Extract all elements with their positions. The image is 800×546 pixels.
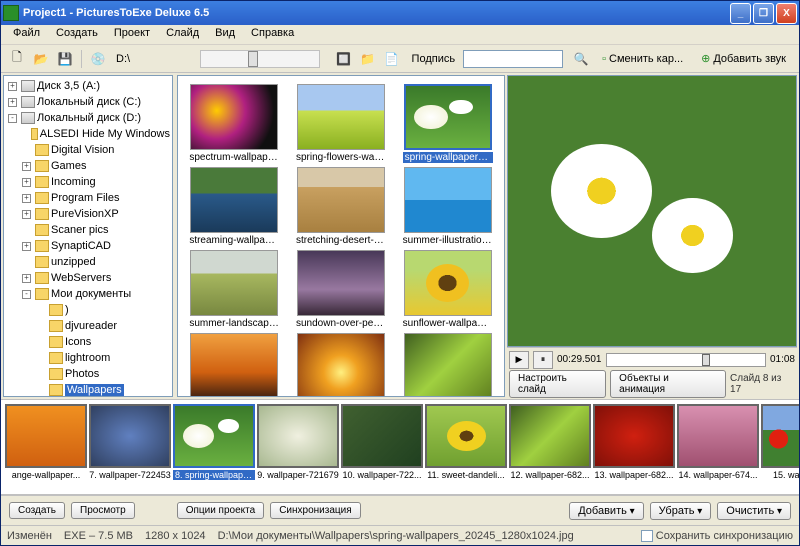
new-icon[interactable]: 🗋 — [7, 49, 27, 69]
project-options-button[interactable]: Опции проекта — [177, 502, 265, 519]
folder-icon[interactable]: 📁 — [358, 49, 378, 69]
thumbnail-item[interactable]: stretching-desert-wallpa... — [293, 167, 390, 246]
thumbnail-item[interactable] — [399, 333, 496, 397]
thumbnail-item[interactable]: sundown-over-peaks-wal... — [293, 250, 390, 329]
tree-item[interactable]: ALSEDI Hide My Windows — [6, 126, 170, 142]
status-resolution: 1280 x 1024 — [145, 530, 206, 542]
objects-animation-button[interactable]: Объекты и анимация — [610, 370, 726, 398]
menu-Справка[interactable]: Справка — [243, 25, 302, 44]
add-sound-button[interactable]: ⊕Добавить звук — [694, 49, 793, 68]
slide-counter: Слайд 8 из 17 — [730, 373, 795, 395]
filmstrip-item[interactable]: 12. wallpaper-682... — [509, 404, 591, 490]
bottom-toolbar: Создать Просмотр Опции проекта Синхрониз… — [1, 495, 799, 525]
menu-Создать[interactable]: Создать — [48, 25, 106, 44]
preview-pane — [507, 75, 797, 347]
status-exe: EXE – 7.5 MB — [64, 530, 133, 542]
preview-button[interactable]: Просмотр — [71, 502, 135, 519]
create-button[interactable]: Создать — [9, 502, 65, 519]
zoom-slider[interactable] — [200, 50, 320, 68]
tree-item[interactable]: +PureVisionXP — [6, 206, 170, 222]
drive-icon[interactable]: 💿 — [88, 49, 108, 69]
thumbnail-item[interactable] — [293, 333, 390, 397]
thumbnail-item[interactable]: spring-wallpapers_20... — [399, 84, 496, 163]
filmstrip-item[interactable]: 8. spring-wallpapers... — [173, 404, 255, 490]
app-icon — [3, 5, 19, 21]
thumbnail-grid[interactable]: spectrum-wallpapers_17...spring-flowers-… — [177, 75, 505, 397]
configure-slide-button[interactable]: Настроить слайд — [509, 370, 606, 398]
menubar: ФайлСоздатьПроектСлайдВидСправка — [1, 25, 799, 45]
filmstrip-item[interactable]: ange-wallpaper... — [5, 404, 87, 490]
titlebar: Project1 - PicturesToExe Deluxe 6.5 _ ❐ … — [1, 1, 799, 25]
tree-item[interactable]: +Incoming — [6, 174, 170, 190]
thumbnail-item[interactable]: streaming-wallpapers_20... — [186, 167, 283, 246]
open-icon[interactable]: 📂 — [31, 49, 51, 69]
save-icon[interactable]: 💾 — [55, 49, 75, 69]
menu-Вид[interactable]: Вид — [207, 25, 243, 44]
toolbar: 🗋 📂 💾 💿 D:\ 🔲 📁 📄 Подпись 🔍 ▫Сменить кар… — [1, 45, 799, 73]
tree-item[interactable]: +SynaptiCAD — [6, 238, 170, 254]
view-icon[interactable]: 🔲 — [334, 49, 354, 69]
caption-label: Подпись — [412, 53, 456, 65]
filmstrip-item[interactable]: 10. wallpaper-722... — [341, 404, 423, 490]
filmstrip-item[interactable]: 7. wallpaper-722453 — [89, 404, 171, 490]
status-changed: Изменён — [7, 530, 52, 542]
folder-tree[interactable]: +Диск 3,5 (A:)+Локальный диск (C:)-Локал… — [3, 75, 173, 397]
menu-Файл[interactable]: Файл — [5, 25, 48, 44]
sync-button[interactable]: Синхронизация — [270, 502, 360, 519]
pause-button[interactable]: ⏸ — [533, 351, 553, 369]
drive-label: D:\ — [112, 53, 134, 65]
tree-item[interactable]: djvureader — [6, 318, 170, 334]
minimize-button[interactable]: _ — [730, 3, 751, 24]
tree-item[interactable]: +Program Files — [6, 190, 170, 206]
player-bar: ▶ ⏸ 00:29.501 01:08 — [507, 347, 797, 371]
save-sync-checkbox[interactable]: Сохранить синхронизацию — [641, 530, 793, 542]
time-current: 00:29.501 — [557, 354, 602, 365]
filmstrip-item[interactable]: 14. wallpaper-674... — [677, 404, 759, 490]
filmstrip-item[interactable]: 13. wallpaper-682... — [593, 404, 675, 490]
tree-item[interactable]: -Локальный диск (D:) — [6, 110, 170, 126]
window-title: Project1 - PicturesToExe Deluxe 6.5 — [23, 7, 730, 19]
tree-item[interactable]: Wallpapers — [6, 382, 170, 397]
thumbnail-item[interactable] — [186, 333, 283, 397]
tree-item[interactable]: +Диск 3,5 (A:) — [6, 78, 170, 94]
doc-icon[interactable]: 📄 — [382, 49, 402, 69]
filmstrip-item[interactable]: 15. wallpape... — [761, 404, 799, 490]
tree-item[interactable]: +WebServers — [6, 270, 170, 286]
tree-item[interactable]: Icons — [6, 334, 170, 350]
tree-item[interactable]: Digital Vision — [6, 142, 170, 158]
tree-item[interactable]: ) — [6, 302, 170, 318]
tree-item[interactable]: lightroom — [6, 350, 170, 366]
caption-browse-icon[interactable]: 🔍 — [571, 49, 591, 69]
remove-button[interactable]: Убрать ▾ — [650, 502, 712, 520]
caption-input[interactable] — [463, 50, 563, 68]
statusbar: Изменён EXE – 7.5 MB 1280 x 1024 D:\Мои … — [1, 525, 799, 545]
close-button[interactable]: X — [776, 3, 797, 24]
tree-item[interactable]: unzipped — [6, 254, 170, 270]
time-total: 01:08 — [770, 354, 795, 365]
tree-item[interactable]: +Локальный диск (C:) — [6, 94, 170, 110]
filmstrip[interactable]: ange-wallpaper...7. wallpaper-7224538. s… — [1, 399, 799, 495]
add-button[interactable]: Добавить ▾ — [569, 502, 643, 520]
tree-item[interactable]: Scaner pics — [6, 222, 170, 238]
tree-item[interactable]: +Games — [6, 158, 170, 174]
menu-Слайд[interactable]: Слайд — [158, 25, 207, 44]
thumbnail-item[interactable]: spring-flowers-wallpaper... — [293, 84, 390, 163]
preview-image — [508, 76, 796, 346]
change-image-button[interactable]: ▫Сменить кар... — [595, 50, 690, 68]
tree-item[interactable]: Photos — [6, 366, 170, 382]
filmstrip-item[interactable]: 9. wallpaper-721679 — [257, 404, 339, 490]
status-path: D:\Мои документы\Wallpapers\spring-wallp… — [218, 530, 629, 542]
tree-item[interactable]: -Мои документы — [6, 286, 170, 302]
maximize-button[interactable]: ❐ — [753, 3, 774, 24]
thumbnail-item[interactable]: spectrum-wallpapers_17... — [186, 84, 283, 163]
seek-slider[interactable] — [606, 353, 766, 367]
filmstrip-item[interactable]: 11. sweet-dandeli... — [425, 404, 507, 490]
menu-Проект[interactable]: Проект — [106, 25, 158, 44]
thumbnail-item[interactable]: sunflower-wallpapers_18... — [399, 250, 496, 329]
thumbnail-item[interactable]: summer-landscape-wallp... — [186, 250, 283, 329]
clear-button[interactable]: Очистить ▾ — [717, 502, 791, 520]
play-button[interactable]: ▶ — [509, 351, 529, 369]
thumbnail-item[interactable]: summer-illustration-wallp... — [399, 167, 496, 246]
